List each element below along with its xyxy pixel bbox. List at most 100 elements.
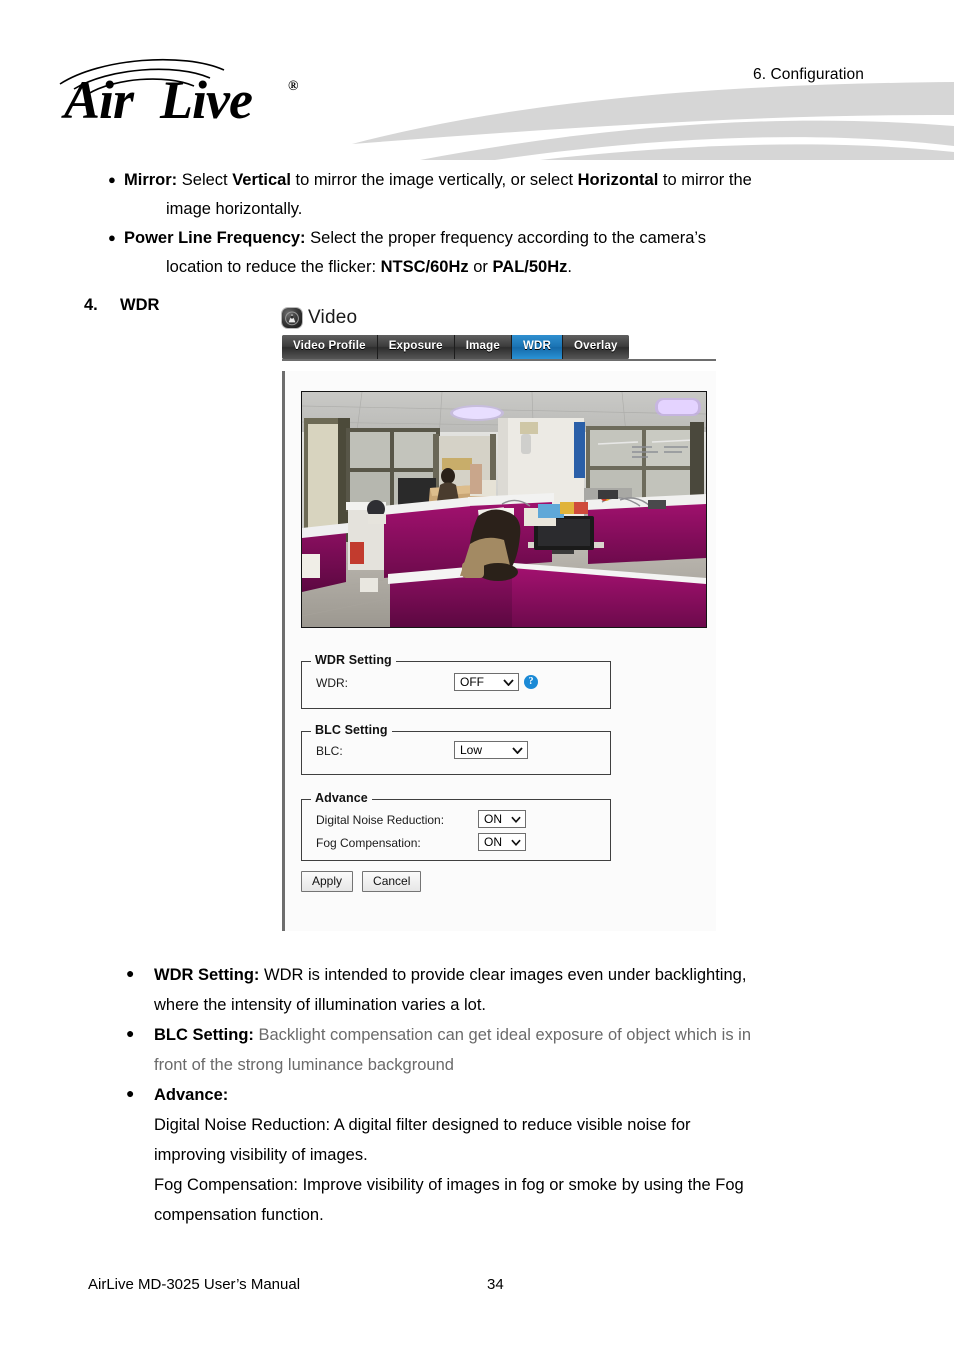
bullet-mirror: ● Mirror: Select Vertical to mirror the … <box>108 166 888 224</box>
seg-bold-ntsc: NTSC/60Hz <box>380 258 469 276</box>
term-advance: Advance: <box>154 1086 229 1104</box>
bullet-blc-setting-cont: front of the strong luminance background <box>154 1056 454 1074</box>
svg-text:Live: Live <box>159 70 252 127</box>
bullet-dot-icon: ● <box>126 1025 135 1041</box>
term-blc-setting: BLC Setting: <box>154 1026 254 1044</box>
chevron-down-icon <box>511 835 521 849</box>
advance-description: Digital Noise Reduction: A digital filte… <box>154 1110 894 1230</box>
svg-text:®: ® <box>288 79 299 94</box>
advance-line-1: Digital Noise Reduction: A digital filte… <box>154 1116 691 1134</box>
seg: . <box>567 258 572 276</box>
bullet-dot-icon: ● <box>126 1085 135 1101</box>
bullet-mirror-cont: image horizontally. <box>166 200 303 218</box>
cancel-button[interactable]: Cancel <box>362 871 422 892</box>
video-settings-panel: Video Video Profile Exposure Image WDR O… <box>278 303 720 935</box>
wdr-select[interactable]: OFF <box>454 673 519 691</box>
seg: Select <box>177 171 233 189</box>
wdr-tab-content: WDR Setting WDR: OFF ? BLC Setting BLC: … <box>282 371 716 931</box>
tab-wdr[interactable]: WDR <box>511 335 564 359</box>
row-wdr-control: OFF ? <box>454 673 538 691</box>
dnr-select-value: ON <box>484 812 502 826</box>
fieldset-advance: Advance Digital Noise Reduction: ON Fog … <box>301 791 611 861</box>
fog-compensation-select[interactable]: ON <box>478 833 526 851</box>
footer-page-number: 34 <box>487 1276 504 1293</box>
fog-select-value: ON <box>484 835 502 849</box>
bullet-blc-setting-text: BLC Setting: Backlight compensation can … <box>154 1020 751 1080</box>
row-blc-control: Low <box>454 741 528 759</box>
tab-video-profile[interactable]: Video Profile <box>282 335 378 359</box>
help-icon[interactable]: ? <box>524 675 538 689</box>
bullet-dot-icon: ● <box>108 172 116 187</box>
label-fog-compensation: Fog Compensation: <box>316 836 421 850</box>
bullet-wdr-setting: ● WDR Setting: WDR is intended to provid… <box>126 960 886 1020</box>
bullet-wdr-setting-cont: where the intensity of illumination vari… <box>154 996 486 1014</box>
seg: location to reduce the flicker: <box>166 258 381 276</box>
chevron-down-icon <box>512 743 523 757</box>
row-wdr: WDR: <box>316 676 348 690</box>
camera-icon <box>282 308 302 328</box>
seg-bold-vertical: Vertical <box>232 171 291 189</box>
seg: or <box>468 258 493 276</box>
bullet-plf-term: Power Line Frequency: <box>124 229 306 247</box>
label-wdr: WDR: <box>316 676 348 690</box>
fieldset-wdr-setting: WDR Setting WDR: OFF ? <box>301 653 611 709</box>
row-fog-control: ON <box>478 833 526 851</box>
lower-description-list: ● WDR Setting: WDR is intended to provid… <box>0 960 954 1230</box>
bullet-mirror-text: Mirror: Select Vertical to mirror the im… <box>124 166 752 224</box>
bullet-wdr-setting-text: WDR Setting: WDR is intended to provide … <box>154 960 746 1020</box>
bullet-dot-icon: ● <box>108 230 116 245</box>
label-digital-noise-reduction: Digital Noise Reduction: <box>316 813 445 827</box>
seg: to mirror the image vertically, or selec… <box>290 171 578 189</box>
row-fog: Fog Compensation: <box>316 836 421 850</box>
bullet-blc-setting: ● BLC Setting: Backlight compensation ca… <box>126 1020 886 1080</box>
embedded-screenshot: Video Video Profile Exposure Image WDR O… <box>278 303 720 935</box>
advance-line-3: Fog Compensation: Improve visibility of … <box>154 1176 744 1194</box>
chevron-down-icon <box>503 675 514 689</box>
seg: WDR is intended to provide clear images … <box>259 966 747 984</box>
blc-select[interactable]: Low <box>454 741 528 759</box>
bullet-power-line-frequency: ● Power Line Frequency: Select the prope… <box>108 224 888 282</box>
fieldset-blc-legend: BLC Setting <box>311 723 392 737</box>
wdr-select-value: OFF <box>460 675 484 689</box>
bullet-advance: ● Advance: <box>126 1080 886 1110</box>
bullet-dot-icon: ● <box>126 965 135 981</box>
chevron-down-icon <box>511 812 521 826</box>
panel-title-row: Video <box>282 307 357 329</box>
chapter-heading: 6. Configuration <box>752 66 864 83</box>
seg-bold-horizontal: Horizontal <box>577 171 659 189</box>
seg-bold-pal: PAL/50Hz <box>492 258 568 276</box>
seg: to mirror the <box>658 171 752 189</box>
advance-line-4: compensation function. <box>154 1206 324 1224</box>
fieldset-advance-legend: Advance <box>311 791 372 805</box>
document-body: ● Mirror: Select Vertical to mirror the … <box>0 160 954 318</box>
seg: Select the proper frequency according to… <box>305 229 707 247</box>
tab-exposure[interactable]: Exposure <box>377 335 455 359</box>
live-video-preview <box>301 391 707 628</box>
page-header: Air Live ® 6. Configuration <box>0 0 954 160</box>
svg-text:Air: Air <box>61 70 135 127</box>
digital-noise-reduction-select[interactable]: ON <box>478 810 526 828</box>
tab-image[interactable]: Image <box>454 335 512 359</box>
numbered-item-label: WDR <box>120 296 160 314</box>
advance-line-2: improving visibility of images. <box>154 1146 368 1164</box>
label-blc: BLC: <box>316 744 343 758</box>
row-blc: BLC: <box>316 744 343 758</box>
panel-title: Video <box>308 307 358 328</box>
bullet-plf-cont: location to reduce the flicker: NTSC/60H… <box>124 253 706 282</box>
bullet-advance-text: Advance: <box>154 1080 228 1110</box>
tabbar-underline <box>282 359 716 361</box>
form-actions: Apply Cancel <box>301 871 422 892</box>
row-dnr-control: ON <box>478 810 526 828</box>
blc-select-value: Low <box>460 743 483 757</box>
seg: Backlight compensation can get ideal exp… <box>253 1026 752 1044</box>
bullet-mirror-term: Mirror: <box>124 171 178 189</box>
apply-button[interactable]: Apply <box>301 871 354 892</box>
bullet-plf-text: Power Line Frequency: Select the proper … <box>124 224 706 282</box>
fieldset-blc-setting: BLC Setting BLC: Low <box>301 723 611 775</box>
video-tabbar: Video Profile Exposure Image WDR Overlay <box>282 335 629 359</box>
term-wdr-setting: WDR Setting: <box>154 966 260 984</box>
airlive-logo: Air Live ® <box>59 58 299 127</box>
fieldset-wdr-legend: WDR Setting <box>311 653 396 667</box>
tab-overlay[interactable]: Overlay <box>563 335 629 359</box>
numbered-item-number: 4. <box>84 296 98 314</box>
